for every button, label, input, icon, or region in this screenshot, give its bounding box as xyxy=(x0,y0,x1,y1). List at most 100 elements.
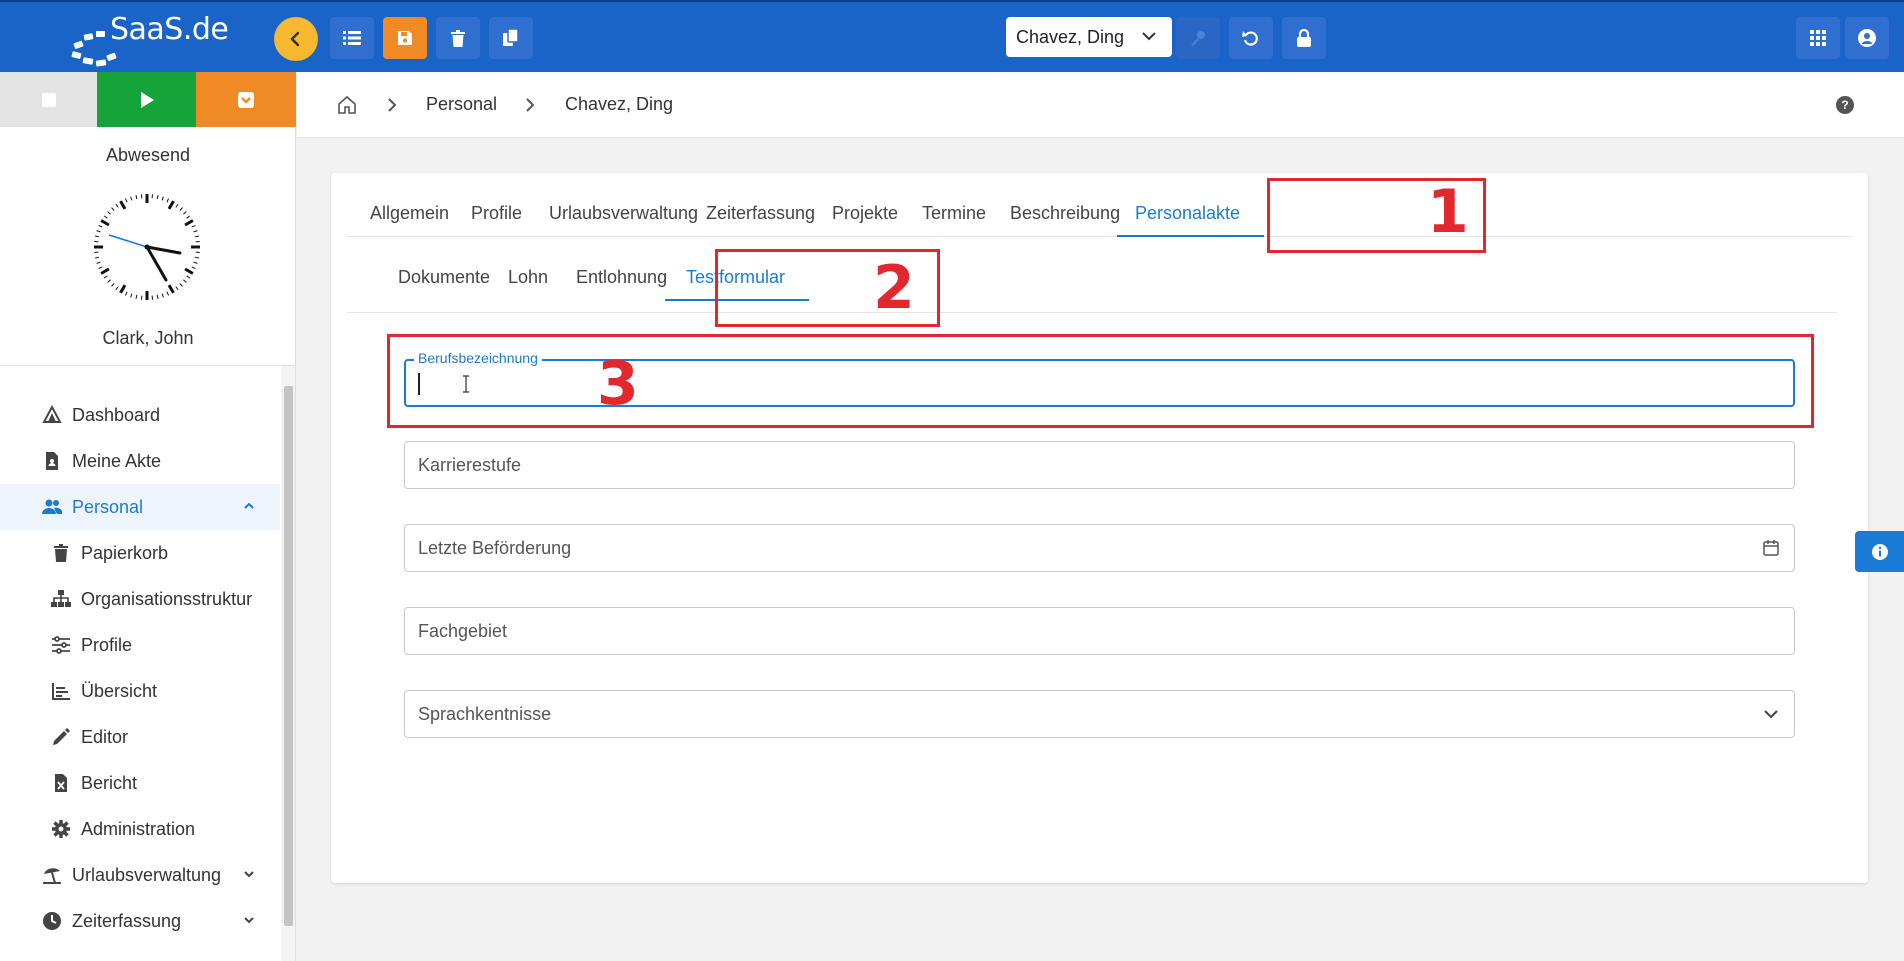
top-bar: SaaS.de Chavez, Ding xyxy=(0,0,1904,72)
sidebar-item-label: Organisationsstruktur xyxy=(81,588,253,609)
chevron-down-icon xyxy=(1142,32,1156,41)
sprachkenntnisse-select[interactable]: Sprachkentnisse xyxy=(404,690,1795,738)
clock-tick xyxy=(96,230,101,233)
key-icon xyxy=(1191,31,1205,46)
chevron-down-icon xyxy=(244,871,254,878)
employee-select-value: Chavez, Ding xyxy=(1016,26,1125,47)
sidebar-item-urlaubsverwaltung[interactable]: Urlaubsverwaltung xyxy=(0,852,280,898)
tab-entlohnung[interactable]: Entlohnung xyxy=(576,267,667,288)
account-button[interactable] xyxy=(1845,17,1889,59)
sidebar-item-editor[interactable]: Editor xyxy=(0,714,280,760)
scroll-thumb[interactable] xyxy=(284,386,293,926)
info-button[interactable] xyxy=(1855,531,1904,572)
breadcrumb-item[interactable]: Personal xyxy=(426,94,497,115)
lock-icon xyxy=(1297,29,1311,47)
tab-lohn[interactable]: Lohn xyxy=(508,267,548,288)
employee-select[interactable]: Chavez, Ding xyxy=(1006,17,1172,57)
clock-tick xyxy=(111,283,115,287)
clock-tick xyxy=(103,275,108,279)
sidebar-item-meine-akte[interactable]: Meine Akte xyxy=(0,438,280,484)
list-button[interactable] xyxy=(330,17,374,59)
undo-button[interactable] xyxy=(1229,17,1273,59)
clock-tick xyxy=(111,207,115,211)
clock-tick xyxy=(183,211,187,215)
clock-tick xyxy=(107,279,111,283)
annotation-number-2: 2 xyxy=(873,253,915,323)
sidebar-item-label: Editor xyxy=(81,726,129,747)
collapse-sidebar-button[interactable] xyxy=(274,17,318,61)
saas-logo[interactable]: SaaS.de xyxy=(70,10,230,67)
clock-tick xyxy=(184,267,194,275)
calendar-icon[interactable] xyxy=(1762,539,1780,557)
clock-tick xyxy=(100,267,110,275)
breadcrumb: Personal Chavez, Ding ? xyxy=(297,72,1904,138)
clock-tick xyxy=(119,200,127,210)
key-button[interactable] xyxy=(1176,17,1220,59)
sidebar-item-organisationsstruktur[interactable]: Organisationsstruktur xyxy=(0,576,280,622)
clock-tick xyxy=(179,207,183,211)
sidebar-item-personal[interactable]: Personal xyxy=(0,484,280,530)
help-icon[interactable]: ? xyxy=(1836,96,1854,114)
list-icon xyxy=(343,31,361,45)
home-icon[interactable] xyxy=(337,95,357,115)
chevron-down-icon xyxy=(244,917,254,924)
clock-tick xyxy=(191,266,196,270)
tab-zeiterfassung[interactable]: Zeiterfassung xyxy=(706,203,815,224)
sidebar-item-dashboard[interactable]: Dashboard xyxy=(0,392,280,438)
people-icon xyxy=(42,499,62,514)
tab-profile[interactable]: Profile xyxy=(471,203,522,224)
clock-tick xyxy=(124,198,128,203)
trash-icon xyxy=(451,29,465,47)
account-icon xyxy=(1858,29,1876,47)
clock-tick xyxy=(95,235,100,238)
sidebar-item-label: Profile xyxy=(81,634,133,655)
sidebar-item-label: Urlaubsverwaltung xyxy=(72,864,222,885)
sidebar-item-label: Papierkorb xyxy=(81,542,169,563)
delete-button[interactable] xyxy=(436,17,480,59)
sidebar-item-label: Personal xyxy=(72,496,144,517)
annotation-number-3: 3 xyxy=(597,349,639,419)
lock-button[interactable] xyxy=(1282,17,1326,59)
tab-dokumente[interactable]: Dokumente xyxy=(398,267,490,288)
stop-button[interactable] xyxy=(0,72,97,127)
sitemap-icon xyxy=(51,590,71,607)
sidebar-item-bericht[interactable]: Bericht xyxy=(0,760,280,806)
clock-tick xyxy=(183,279,187,283)
sidebar-item-zeiterfassung[interactable]: Zeiterfassung xyxy=(0,898,280,944)
sidebar-nav: Dashboard Meine Akte Personal Papierkorb… xyxy=(0,392,280,944)
tab-beschreibung[interactable]: Beschreibung xyxy=(1010,203,1120,224)
clock-tick xyxy=(119,284,127,294)
clock-tick xyxy=(184,219,194,227)
clock-tick xyxy=(175,203,179,208)
tab-termine[interactable]: Termine xyxy=(922,203,986,224)
clock-tick xyxy=(186,275,191,279)
save-button[interactable] xyxy=(383,17,427,59)
clock-tick xyxy=(193,230,198,233)
tab-urlaubsverwaltung[interactable]: Urlaubsverwaltung xyxy=(549,203,698,224)
fachgebiet-field[interactable]: Fachgebiet xyxy=(404,607,1795,655)
letzte-befoerderung-field[interactable]: Letzte Beförderung xyxy=(404,524,1795,572)
sidebar-item-uebersicht[interactable]: Übersicht xyxy=(0,668,280,714)
apps-button[interactable] xyxy=(1796,17,1840,59)
copy-button[interactable] xyxy=(489,17,533,59)
clock-tick xyxy=(96,261,101,264)
breadcrumb-item: Chavez, Ding xyxy=(565,94,674,114)
sidebar-item-administration[interactable]: Administration xyxy=(0,806,280,852)
tab-allgemein[interactable]: Allgemein xyxy=(370,203,449,224)
clock-tick xyxy=(166,291,170,296)
sidebar-scrollbar[interactable] xyxy=(281,366,295,961)
start-button[interactable] xyxy=(97,72,196,127)
current-user-name: Clark, John xyxy=(102,328,194,348)
sidebar-item-profile[interactable]: Profile xyxy=(0,622,280,668)
excel-file-icon xyxy=(55,774,67,792)
break-button[interactable] xyxy=(196,72,296,127)
clock-tick xyxy=(179,283,183,287)
chart-icon xyxy=(52,683,70,700)
karrierestufe-field[interactable]: Karrierestufe xyxy=(404,441,1795,489)
tab-projekte[interactable]: Projekte xyxy=(832,203,898,224)
fachgebiet-placeholder: Fachgebiet xyxy=(418,621,508,641)
tab-personalakte[interactable]: Personalakte xyxy=(1135,203,1240,224)
karrierestufe-placeholder: Karrierestufe xyxy=(418,455,522,475)
sidebar-item-papierkorb[interactable]: Papierkorb xyxy=(0,530,280,576)
clock-tick xyxy=(186,215,191,219)
